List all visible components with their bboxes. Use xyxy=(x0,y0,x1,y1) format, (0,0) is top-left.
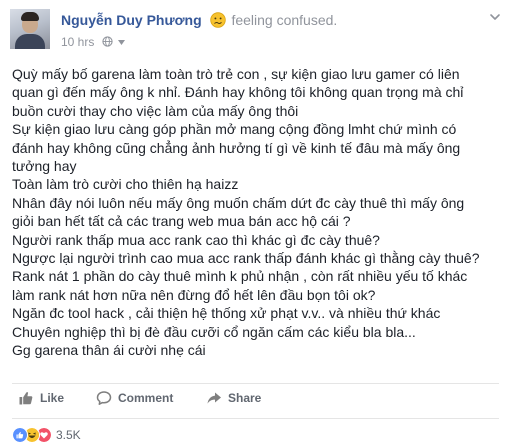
post-body-line: buồn cười thay cho việc làm của mấy ông … xyxy=(12,102,299,119)
post-body-line: Ngược lại người trình cao mua acc rank t… xyxy=(12,250,480,267)
reaction-count[interactable]: 3.5K xyxy=(56,428,81,442)
post-body-line: quan gì đến mấy ông k nhỉ. Đánh hay khôn… xyxy=(12,84,464,101)
author-name[interactable]: Nguyễn Duy Phương xyxy=(61,12,202,28)
post-body-line: Ngăn đc tool hack , cải thiện hệ thống x… xyxy=(12,305,441,322)
actions-bottom-divider xyxy=(12,418,499,419)
like-thumb-icon xyxy=(19,392,33,405)
post-body-line: giỏi ban hết tất cả các trang web mua bá… xyxy=(12,213,351,230)
post-body-line: làm rank nát hơn nữa nên đừng đổ hết lên… xyxy=(12,286,376,303)
author-avatar[interactable] xyxy=(10,9,50,49)
post-body-line: đánh hay không cũng chẳng ảnh hưởng tí g… xyxy=(12,139,461,156)
confused-face-icon xyxy=(209,12,226,28)
actions-top-divider xyxy=(12,383,499,384)
reactions-summary[interactable]: 3.5K xyxy=(12,426,81,444)
share-button[interactable]: Share xyxy=(206,390,261,406)
post-body: Quỳ mấy bố garena làm toàn trò trẻ con ,… xyxy=(12,65,506,360)
share-arrow-icon xyxy=(207,392,221,404)
comment-bubble-icon xyxy=(96,391,112,405)
post-body-line: Người rank thấp mua acc rank cao thì khá… xyxy=(12,231,380,248)
post-body-line: Toàn làm trò cười cho thiên hạ haizz xyxy=(12,176,239,193)
comment-label: Comment xyxy=(118,391,174,405)
post-meta: 10 hrs xyxy=(61,35,126,49)
share-label: Share xyxy=(228,391,262,405)
post-body-line: Quỳ mấy bố garena làm toàn trò trẻ con ,… xyxy=(12,66,460,82)
feeling-text: feeling confused. xyxy=(231,12,338,28)
post-options-chevron-icon[interactable] xyxy=(489,11,501,23)
post-body-line: Sự kiện giao lưu càng góp phần mở mang c… xyxy=(12,121,457,138)
post-timestamp[interactable]: 10 hrs xyxy=(61,35,94,49)
like-reaction-icon xyxy=(12,427,28,443)
post-body-line: Nhân đây nói luôn nếu mấy ông muốn chấm … xyxy=(12,194,465,211)
post-body-line: tưởng hay xyxy=(12,158,77,175)
like-button[interactable]: Like xyxy=(18,390,64,406)
globe-icon[interactable] xyxy=(102,36,113,47)
post-body-line: Chuyên nghiệp thì bị đè đầu cưỡi cổ ngăn… xyxy=(12,323,416,340)
post-header: Nguyễn Duy Phương feeling confused. xyxy=(61,12,337,28)
comment-button[interactable]: Comment xyxy=(96,390,173,406)
post-body-line: Rank nát 1 phần do cày thuê mình k phủ n… xyxy=(12,268,468,285)
privacy-caret-icon[interactable] xyxy=(118,40,126,45)
like-label: Like xyxy=(40,391,65,405)
facebook-post: Nguyễn Duy Phương feeling confused. 10 h… xyxy=(0,0,511,446)
post-body-line: Gg garena thân ái cười nhẹ cái xyxy=(12,342,206,359)
